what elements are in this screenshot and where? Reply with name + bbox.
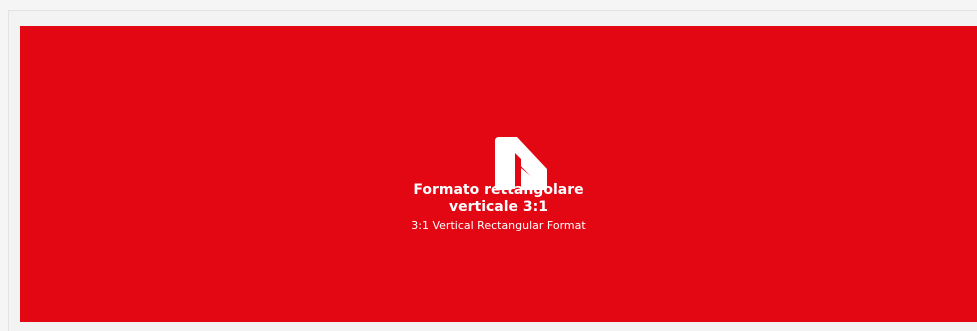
format-title-line-1: Formato rettangolare <box>413 182 584 198</box>
format-subtitle: 3:1 Vertical Rectangular Format <box>411 219 586 232</box>
format-banner: Formato rettangolare verticale 3:1 3:1 V… <box>20 26 977 322</box>
format-title-line-2: verticale 3:1 <box>448 199 548 215</box>
